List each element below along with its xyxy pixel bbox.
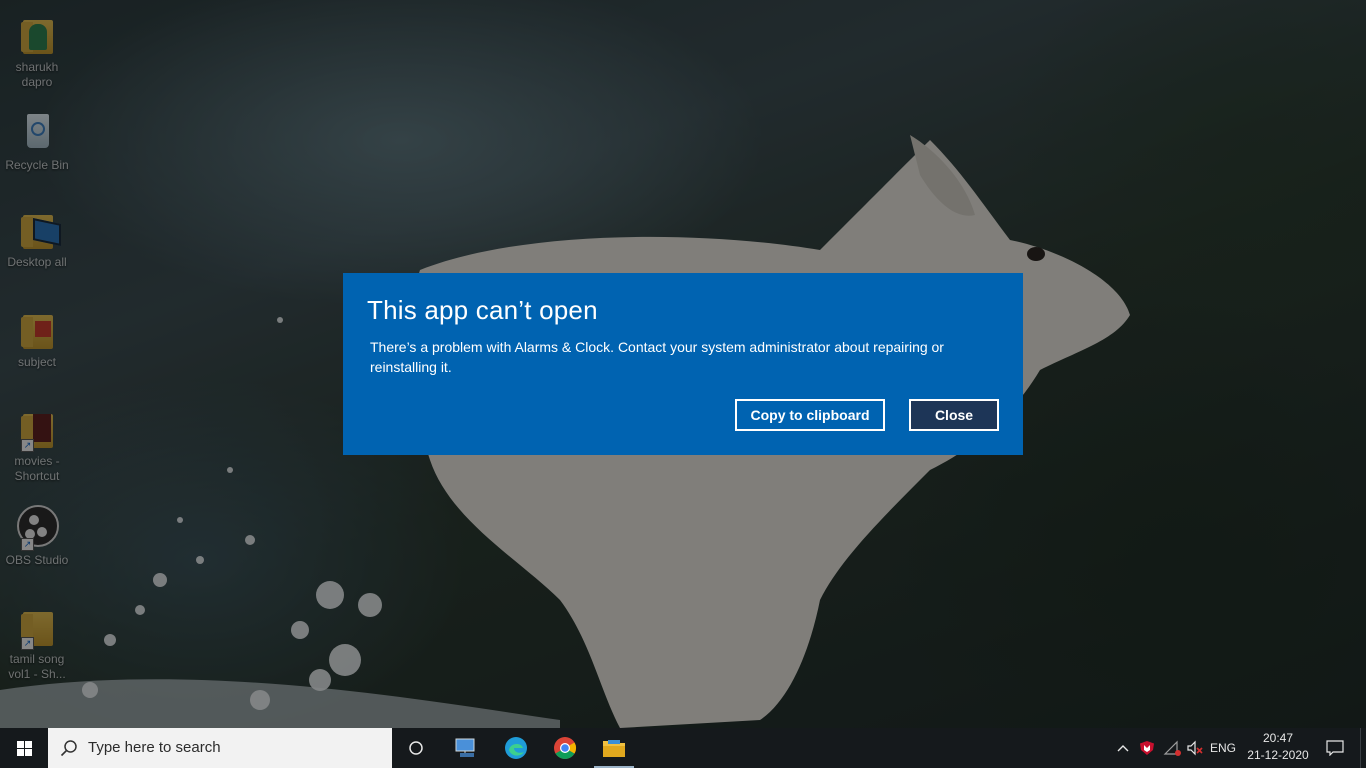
dialog-title: This app can’t open [367,295,598,325]
volume-muted-icon [1187,740,1203,756]
windows-logo-icon [16,740,32,756]
task-view-button[interactable] [392,728,440,768]
start-button[interactable] [0,728,48,768]
clock-time: 20:47 [1262,731,1294,745]
dialog-message: There’s a problem with Alarms & Clock. C… [370,339,944,375]
tray-antivirus[interactable] [1136,728,1158,768]
taskbar: Type here to search ENG 20:47 21-12-2020 [0,728,1366,768]
clock-date: 21-12-2020 [1247,748,1309,762]
network-pc-icon [455,738,475,757]
close-button[interactable]: Close [909,399,999,431]
file-explorer-icon [603,740,625,757]
task-view-icon [409,741,423,755]
input-language-indicator[interactable]: ENG [1208,728,1238,768]
action-center-button[interactable] [1320,728,1350,768]
tray-network[interactable] [1160,728,1184,768]
search-icon [60,740,77,757]
taskbar-chrome[interactable] [541,728,589,768]
show-hidden-icons-button[interactable] [1112,728,1134,768]
copy-to-clipboard-button[interactable]: Copy to clipboard [735,399,885,431]
wifi-icon [1163,740,1181,756]
search-placeholder: Type here to search [88,739,221,756]
taskbar-search-box[interactable]: Type here to search [48,728,392,768]
edge-icon [505,737,527,759]
language-label: ENG [1209,741,1236,755]
taskbar-clock[interactable]: 20:47 21-12-2020 [1238,730,1318,764]
taskbar-edge[interactable] [492,728,540,768]
chrome-icon [554,737,576,759]
taskbar-network-pc[interactable] [442,728,490,768]
notifications-icon [1326,740,1344,756]
tray-volume[interactable] [1184,728,1206,768]
taskbar-file-explorer[interactable] [590,728,638,768]
chevron-up-icon [1117,745,1129,752]
app-error-dialog: This app can’t open There’s a problem wi… [343,273,1023,455]
show-desktop-button[interactable] [1360,728,1366,768]
mcafee-shield-icon [1140,741,1154,755]
